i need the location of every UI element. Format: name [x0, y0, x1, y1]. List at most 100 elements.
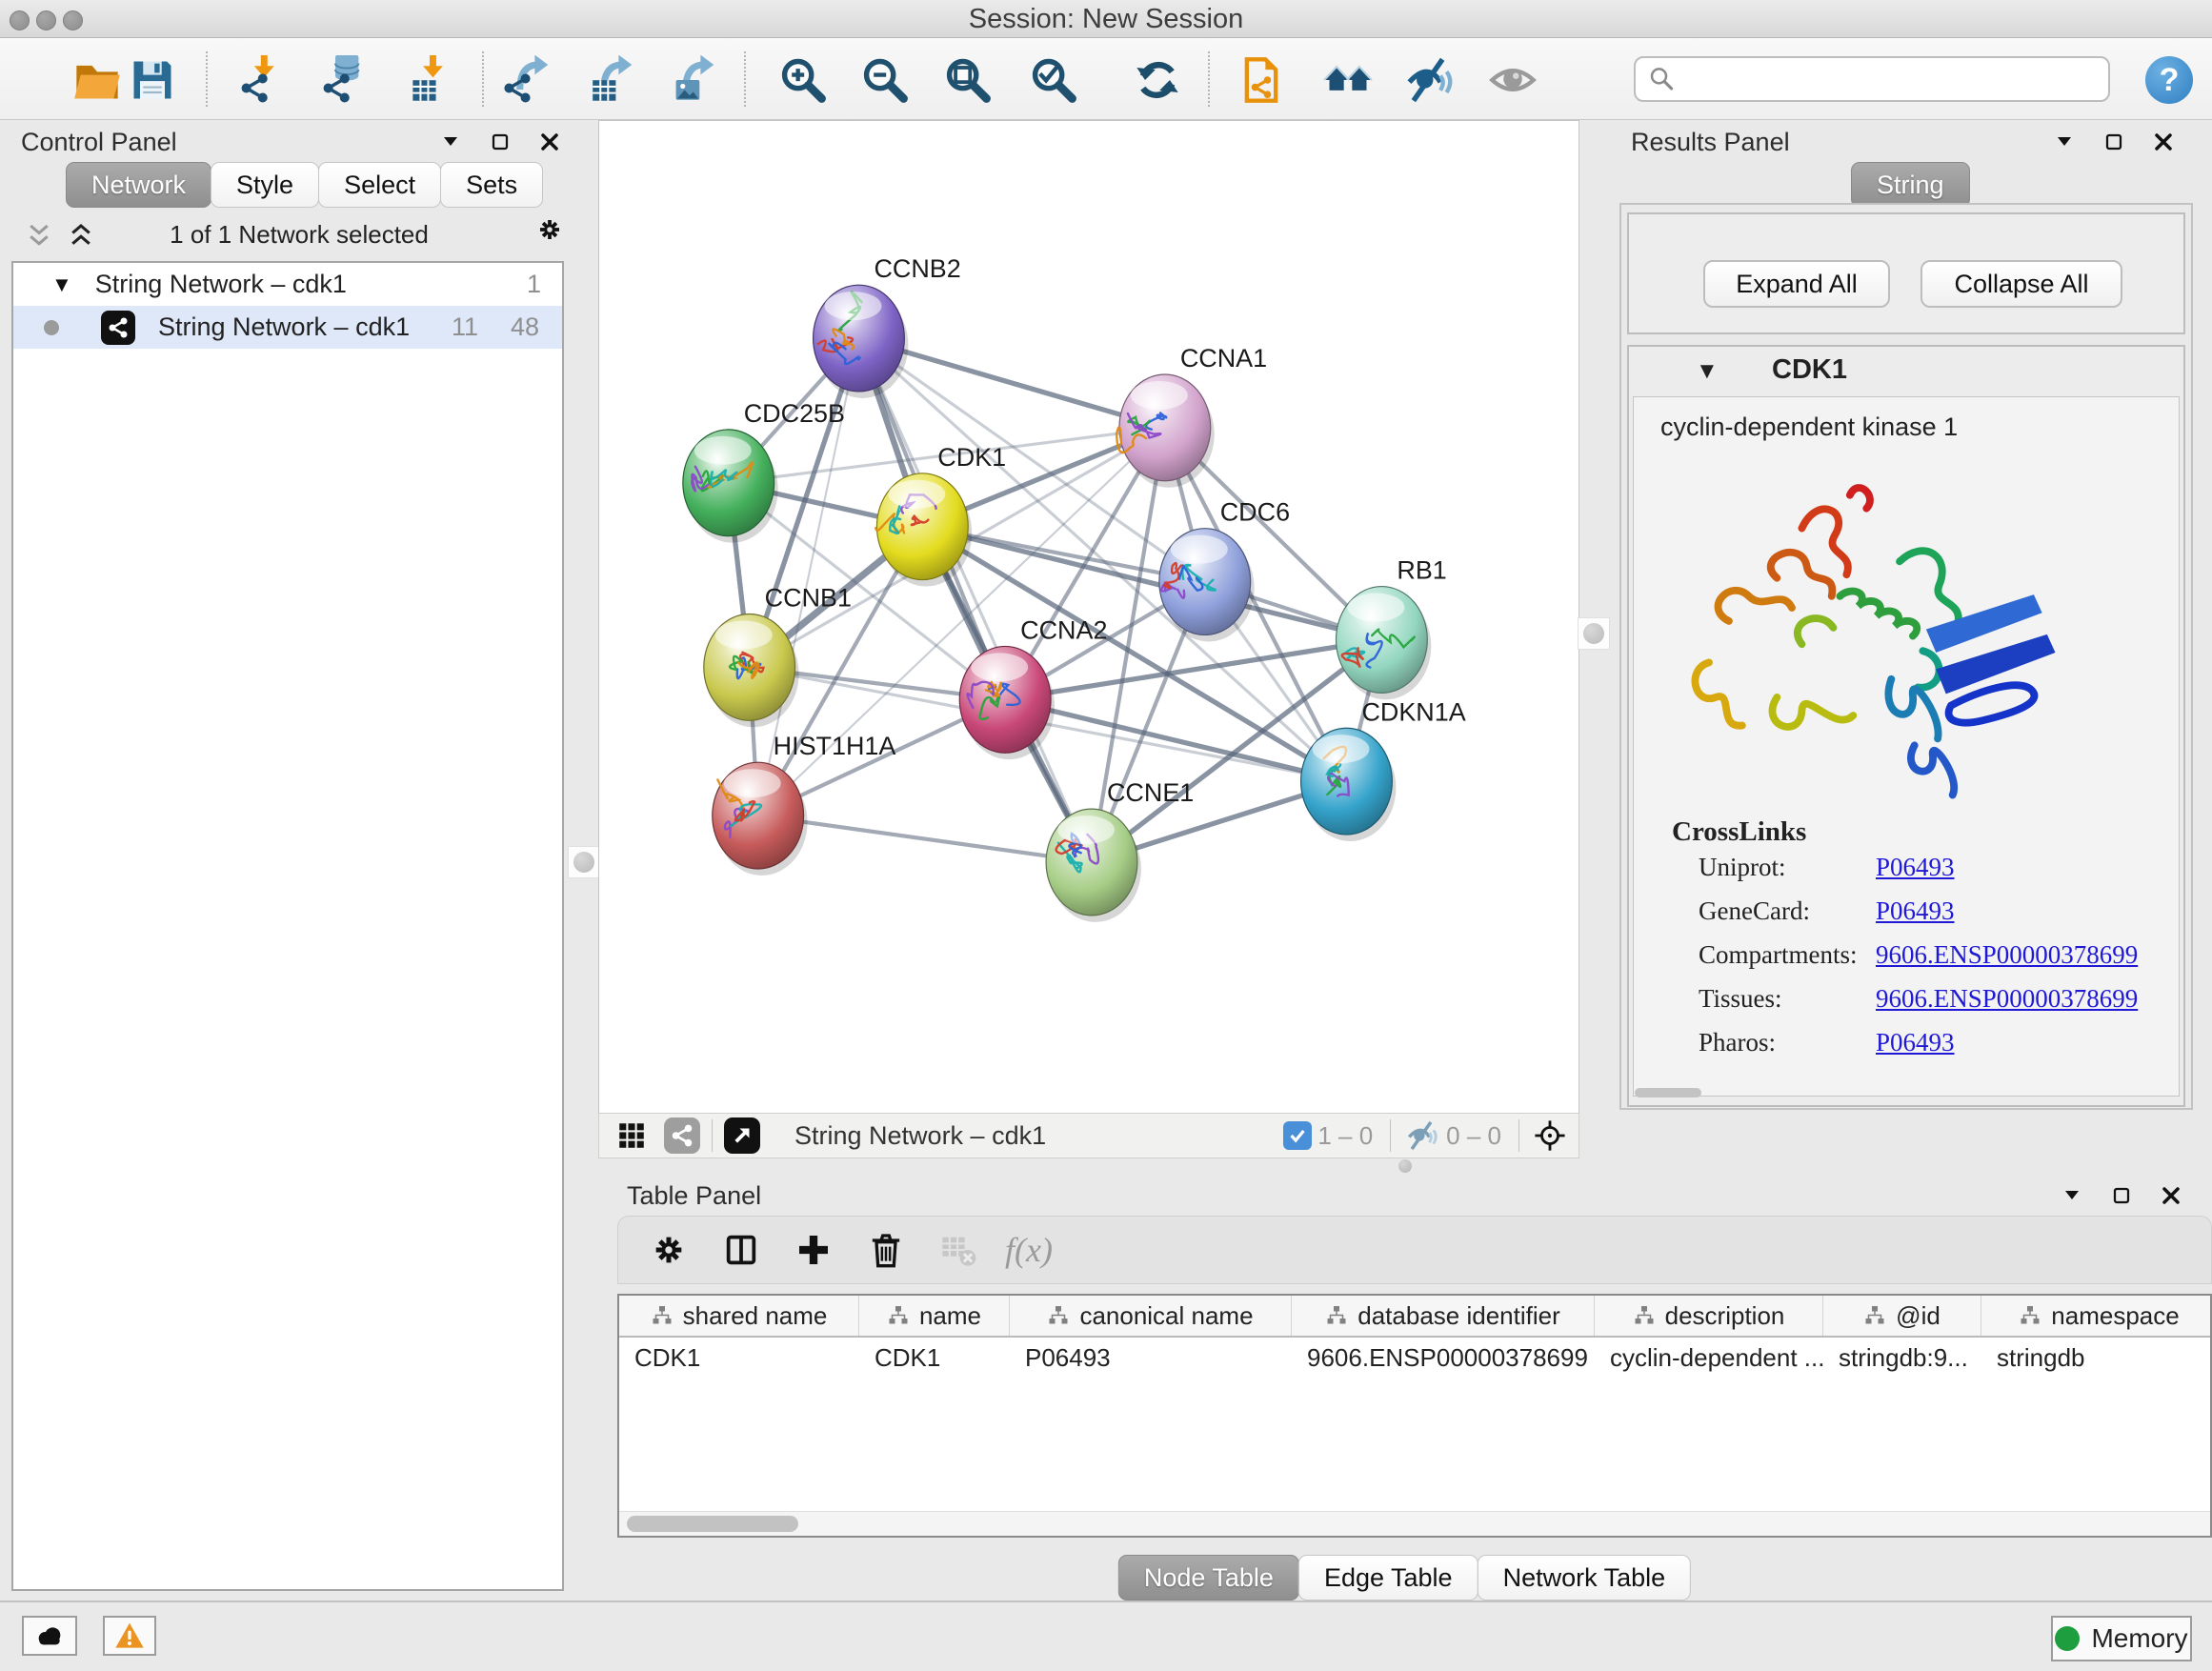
- warnings-button[interactable]: [103, 1616, 156, 1656]
- show-columns-icon[interactable]: [719, 1228, 763, 1272]
- column-header-database-identifier[interactable]: database identifier: [1292, 1296, 1595, 1336]
- network-node-ccne1[interactable]: CCNE1: [1046, 778, 1194, 922]
- eye-gray-icon: [1488, 55, 1538, 105]
- panel-close-icon[interactable]: [537, 130, 562, 154]
- tab-style[interactable]: Style: [211, 162, 319, 208]
- table-horizontal-scrollbar[interactable]: [619, 1511, 2210, 1536]
- string-import-button[interactable]: [1235, 53, 1288, 107]
- expand-all-button[interactable]: Expand All: [1703, 260, 1890, 308]
- zoom-in-button[interactable]: [775, 53, 829, 107]
- refresh-button[interactable]: [1131, 53, 1184, 107]
- table-row[interactable]: CDK1CDK1P064939606.ENSP00000378699cyclin…: [619, 1338, 2210, 1378]
- horizontal-splitter[interactable]: [598, 1158, 2212, 1174]
- network-label: String Network – cdk1: [158, 312, 410, 342]
- column-header--id[interactable]: @id: [1823, 1296, 1981, 1336]
- crosshair-icon[interactable]: [1531, 1117, 1569, 1155]
- horizontal-splitter-handle[interactable]: [1398, 1159, 1412, 1173]
- scrollbar-thumb[interactable]: [627, 1516, 798, 1532]
- hidden-eye-slash-icon[interactable]: [1402, 1117, 1440, 1155]
- network-canvas[interactable]: CCNB2CCNA1CDC25BCDK1CDC6RB1CCNB1CCNA2CDK…: [598, 120, 1579, 1113]
- selected-checkbox-icon[interactable]: [1283, 1121, 1312, 1150]
- table-panel-title: Table Panel: [627, 1181, 761, 1211]
- help-button[interactable]: ?: [2145, 56, 2193, 104]
- hide-selected-button[interactable]: [1401, 53, 1455, 107]
- home-layout-button[interactable]: [1321, 53, 1375, 107]
- panel-close-icon[interactable]: [2151, 130, 2176, 154]
- zoom-selected-button[interactable]: [1026, 53, 1079, 107]
- panel-float-icon[interactable]: [488, 130, 513, 154]
- export-image-button[interactable]: [667, 53, 720, 107]
- column-header-description[interactable]: description: [1595, 1296, 1823, 1336]
- gear-icon[interactable]: [535, 215, 564, 244]
- crosslink-link[interactable]: 9606.ENSP00000378699: [1876, 940, 2138, 970]
- search-input[interactable]: [1676, 65, 2108, 94]
- left-splitter-handle[interactable]: [568, 846, 600, 878]
- tab-network-table[interactable]: Network Table: [1478, 1555, 1692, 1601]
- network-row-selected[interactable]: String Network – cdk1 11 48: [13, 306, 562, 349]
- network-node-rb1[interactable]: RB1: [1336, 556, 1446, 700]
- panel-float-icon[interactable]: [2101, 130, 2126, 154]
- crosslink-link[interactable]: P06493: [1876, 1028, 1955, 1057]
- zoom-fit-button[interactable]: [940, 53, 994, 107]
- crosslink-link[interactable]: 9606.ENSP00000378699: [1876, 984, 2138, 1014]
- add-column-icon[interactable]: [792, 1228, 835, 1272]
- panel-float-icon[interactable]: [2109, 1183, 2134, 1208]
- string-document-icon: [1237, 55, 1286, 105]
- right-splitter[interactable]: [1579, 120, 1610, 1158]
- network-edge[interactable]: [858, 338, 1092, 862]
- import-network-database-button[interactable]: [318, 53, 372, 107]
- import-network-file-button[interactable]: [236, 53, 290, 107]
- search-field[interactable]: [1634, 56, 2110, 102]
- results-scrollbar[interactable]: [1635, 1088, 1701, 1097]
- memory-button[interactable]: Memory: [2051, 1616, 2192, 1661]
- network-view-toolbar: String Network – cdk1 1 – 0 0 – 0: [598, 1113, 1579, 1158]
- collapse-caret-icon[interactable]: ▼: [1696, 358, 1719, 385]
- panel-close-icon[interactable]: [2159, 1183, 2183, 1208]
- network-node-ccnb1[interactable]: CCNB1: [704, 584, 852, 728]
- import-table-button[interactable]: [403, 53, 456, 107]
- open-session-button[interactable]: [70, 53, 124, 107]
- crosslink-link[interactable]: P06493: [1876, 896, 1955, 926]
- column-header-shared-name[interactable]: shared name: [619, 1296, 859, 1336]
- table-settings-gear-icon[interactable]: [647, 1228, 691, 1272]
- column-header-canonical-name[interactable]: canonical name: [1010, 1296, 1292, 1336]
- table-cell: CDK1: [619, 1338, 859, 1378]
- network-node-hist1h1a[interactable]: HIST1H1A: [713, 732, 896, 876]
- right-splitter-handle[interactable]: [1578, 617, 1610, 650]
- node-label: CCNA2: [1020, 615, 1107, 644]
- panel-menu-caret-icon[interactable]: [2060, 1183, 2084, 1208]
- open-in-window-icon[interactable]: [724, 1117, 760, 1154]
- save-session-button[interactable]: [126, 53, 179, 107]
- tab-node-table[interactable]: Node Table: [1118, 1555, 1299, 1601]
- tree-caret-icon[interactable]: ▼: [51, 272, 72, 297]
- show-all-button[interactable]: [1486, 53, 1539, 107]
- panel-menu-caret-icon[interactable]: [438, 130, 463, 154]
- network-collection-row[interactable]: ▼ String Network – cdk1 1: [13, 263, 562, 306]
- tab-sets[interactable]: Sets: [440, 162, 543, 208]
- panel-menu-caret-icon[interactable]: [2052, 130, 2077, 154]
- tab-string[interactable]: String: [1851, 162, 1970, 208]
- column-header-namespace[interactable]: namespace: [1981, 1296, 2212, 1336]
- crosslink-row: GeneCard:P06493: [1699, 896, 2175, 926]
- tab-select[interactable]: Select: [318, 162, 441, 208]
- network-node-cdkn1a[interactable]: CDKN1A: [1301, 697, 1466, 841]
- delete-column-icon[interactable]: [864, 1228, 908, 1272]
- crosslink-link[interactable]: P06493: [1876, 853, 1955, 882]
- share-view-icon[interactable]: [664, 1117, 700, 1154]
- cloud-button[interactable]: [22, 1616, 77, 1656]
- tab-network[interactable]: Network: [66, 162, 211, 208]
- network-edge[interactable]: [758, 815, 1092, 862]
- network-node-ccnb2[interactable]: CCNB2: [814, 254, 961, 398]
- export-table-button[interactable]: [585, 53, 638, 107]
- tab-edge-table[interactable]: Edge Table: [1298, 1555, 1478, 1601]
- results-panel-title: Results Panel: [1631, 128, 1790, 157]
- zoom-out-button[interactable]: [857, 53, 911, 107]
- network-node-ccna1[interactable]: CCNA1: [1116, 344, 1267, 488]
- column-header-name[interactable]: name: [859, 1296, 1010, 1336]
- grid-view-icon[interactable]: [613, 1117, 651, 1155]
- network-node-cdc6[interactable]: CDC6: [1159, 498, 1290, 642]
- network-edge[interactable]: [1005, 699, 1346, 781]
- collapse-all-button[interactable]: Collapse All: [1920, 260, 2122, 308]
- node-details-header[interactable]: ▼ CDK1: [1629, 347, 2183, 394]
- export-network-file-button[interactable]: [501, 53, 554, 107]
